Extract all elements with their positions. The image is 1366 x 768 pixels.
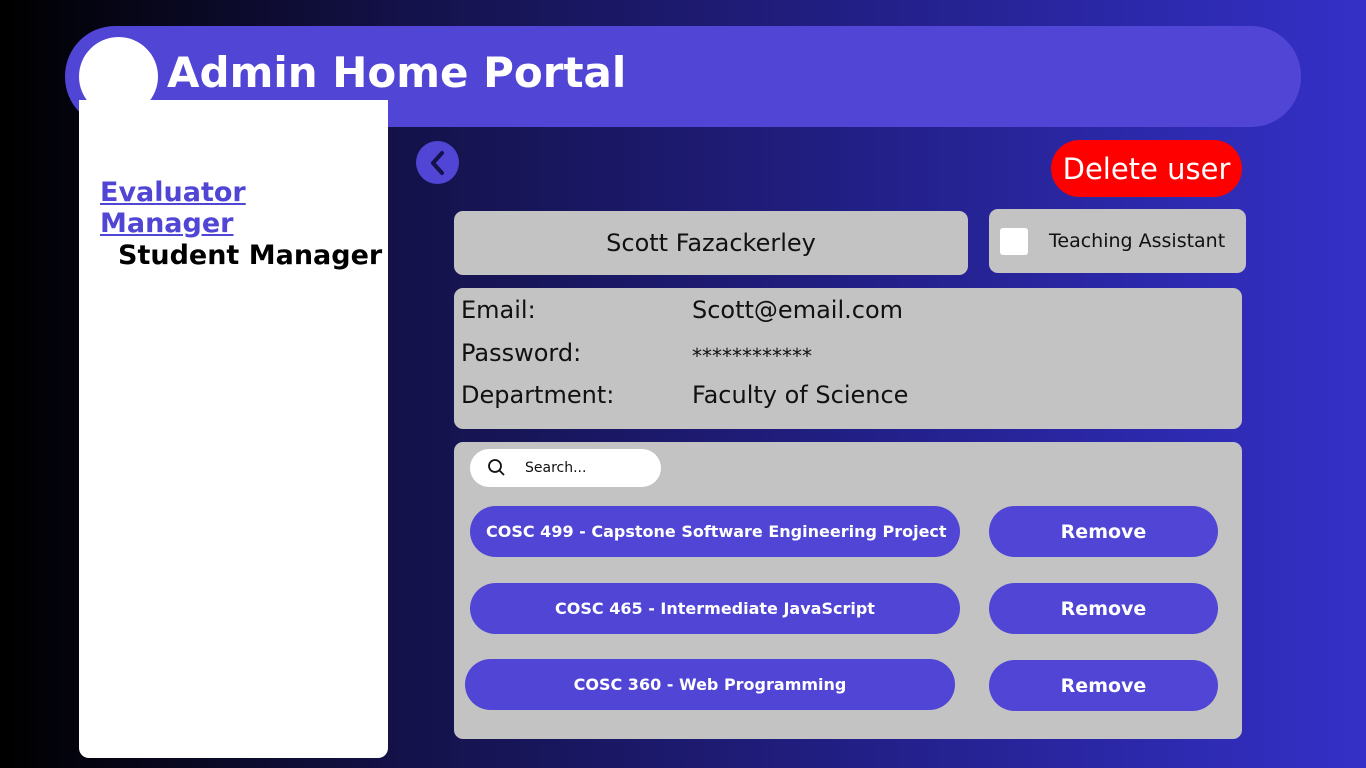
search-input[interactable] (525, 460, 645, 476)
password-row: Password: ************ (461, 339, 812, 368)
email-value: Scott@email.com (692, 296, 904, 324)
teaching-assistant-toggle: Teaching Assistant (989, 209, 1246, 273)
remove-button[interactable]: Remove (989, 583, 1218, 634)
search-box (470, 449, 661, 487)
course-item[interactable]: COSC 360 - Web Programming (465, 659, 955, 710)
user-name-text: Scott Fazackerley (606, 229, 816, 257)
chevron-left-icon (430, 150, 444, 175)
remove-button[interactable]: Remove (989, 660, 1218, 711)
department-label: Department: (461, 381, 615, 409)
teaching-assistant-checkbox[interactable] (1000, 227, 1028, 255)
password-label: Password: (461, 339, 582, 367)
course-item[interactable]: COSC 499 - Capstone Software Engineering… (470, 506, 960, 557)
course-item[interactable]: COSC 465 - Intermediate JavaScript (470, 583, 960, 634)
delete-user-button[interactable]: Delete user (1051, 140, 1242, 197)
courses-panel: COSC 499 - Capstone Software Engineering… (454, 442, 1242, 739)
user-name: Scott Fazackerley (454, 211, 968, 275)
email-label: Email: (461, 296, 536, 324)
sidebar: Evaluator Manager Student Manager (79, 100, 388, 758)
password-value: ************ (692, 344, 812, 368)
sidebar-item-evaluator-manager[interactable]: Evaluator Manager (100, 177, 388, 239)
department-value: Faculty of Science (692, 381, 909, 409)
department-row: Department: Faculty of Science (461, 381, 908, 409)
page-title: Admin Home Portal (167, 48, 627, 97)
user-info-panel: Email: Scott@email.com Password: *********… (454, 288, 1242, 429)
teaching-assistant-label: Teaching Assistant (1049, 230, 1226, 252)
back-button[interactable] (416, 141, 459, 184)
sidebar-item-student-manager[interactable]: Student Manager (118, 240, 382, 271)
remove-button[interactable]: Remove (989, 506, 1218, 557)
email-row: Email: Scott@email.com (461, 296, 903, 324)
search-icon (488, 459, 505, 476)
